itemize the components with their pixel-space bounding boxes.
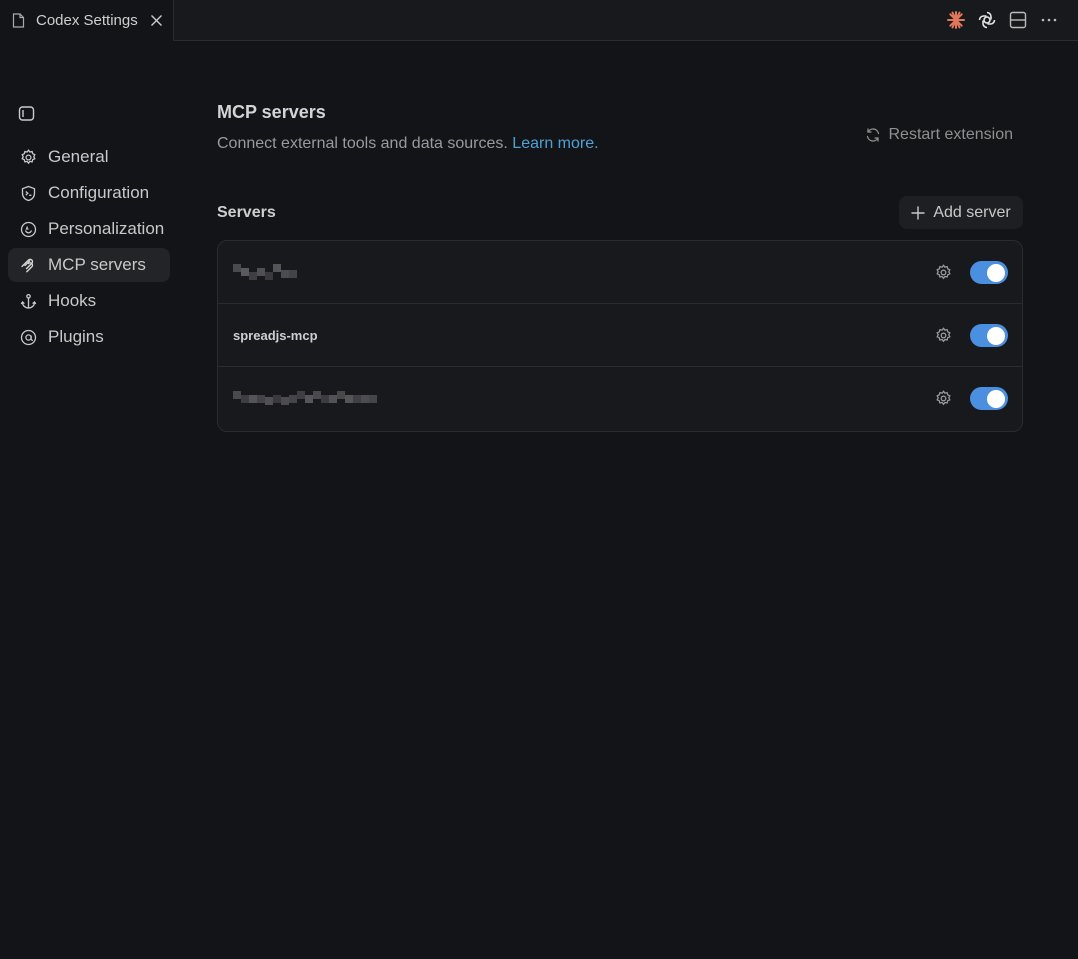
sidebar-item-label: General <box>48 147 109 166</box>
servers-section-title: Servers <box>217 204 276 221</box>
sidebar-item-label: MCP servers <box>48 255 146 274</box>
more-icon[interactable] <box>1038 9 1060 31</box>
server-enabled-toggle[interactable] <box>970 261 1008 284</box>
toggle-knob <box>987 389 1005 408</box>
sidebar-toggle-icon[interactable] <box>18 105 36 123</box>
add-server-label: Add server <box>933 203 1011 221</box>
restart-extension-button[interactable]: Restart extension <box>865 123 1023 147</box>
tab-title: Codex Settings <box>36 12 138 29</box>
server-name: spreadjs-mcp <box>233 327 318 343</box>
settings-nav: General Configuration Personalization MC… <box>8 140 170 356</box>
tab-bar: Codex Settings <box>0 0 1078 41</box>
server-enabled-toggle[interactable] <box>970 324 1008 347</box>
sidebar-item-label: Configuration <box>48 183 150 202</box>
servers-list: spreadjs-mcp <box>217 240 1023 432</box>
restart-extension-label: Restart extension <box>888 126 1013 143</box>
claude-spark-icon[interactable] <box>945 9 967 31</box>
page-description: Connect external tools and data sources.… <box>217 135 599 153</box>
page-description-text: Connect external tools and data sources. <box>217 135 508 152</box>
tab-codex-settings[interactable]: Codex Settings <box>0 0 174 41</box>
shield-terminal-icon <box>19 184 37 202</box>
learn-more-link[interactable]: Learn more. <box>512 135 598 152</box>
sidebar-item-mcp-servers[interactable]: MCP servers <box>8 248 170 282</box>
split-layout-icon[interactable] <box>1007 9 1029 31</box>
page-title: MCP servers <box>217 102 326 122</box>
toggle-knob <box>987 263 1005 282</box>
toggle-knob <box>987 326 1005 345</box>
server-row <box>218 367 1022 430</box>
refresh-icon <box>865 127 881 143</box>
server-enabled-toggle[interactable] <box>970 387 1008 410</box>
server-settings-gear-icon[interactable] <box>934 263 952 281</box>
server-row: spreadjs-mcp <box>218 304 1022 367</box>
server-row <box>218 241 1022 304</box>
sidebar-item-label: Plugins <box>48 327 104 346</box>
file-icon <box>12 13 26 29</box>
plus-icon <box>911 205 926 220</box>
openai-icon[interactable] <box>976 9 998 31</box>
mcp-icon <box>19 256 37 274</box>
server-name-obscured <box>233 264 297 280</box>
anchor-icon <box>19 292 37 310</box>
sidebar-item-label: Hooks <box>48 291 97 310</box>
close-icon[interactable] <box>147 11 165 29</box>
sidebar-item-general[interactable]: General <box>8 140 170 174</box>
server-settings-gear-icon[interactable] <box>934 389 952 407</box>
sidebar-item-personalization[interactable]: Personalization <box>8 212 170 246</box>
smile-icon <box>19 220 37 238</box>
gear-icon <box>19 148 37 166</box>
sidebar-item-hooks[interactable]: Hooks <box>8 284 170 318</box>
sidebar-item-label: Personalization <box>48 219 165 238</box>
tabbar-actions <box>945 8 1060 32</box>
add-server-button[interactable]: Add server <box>899 196 1023 229</box>
sidebar-item-plugins[interactable]: Plugins <box>8 320 170 354</box>
server-settings-gear-icon[interactable] <box>934 326 952 344</box>
at-icon <box>19 328 37 346</box>
server-name-obscured <box>233 390 377 407</box>
sidebar-item-configuration[interactable]: Configuration <box>8 176 170 210</box>
